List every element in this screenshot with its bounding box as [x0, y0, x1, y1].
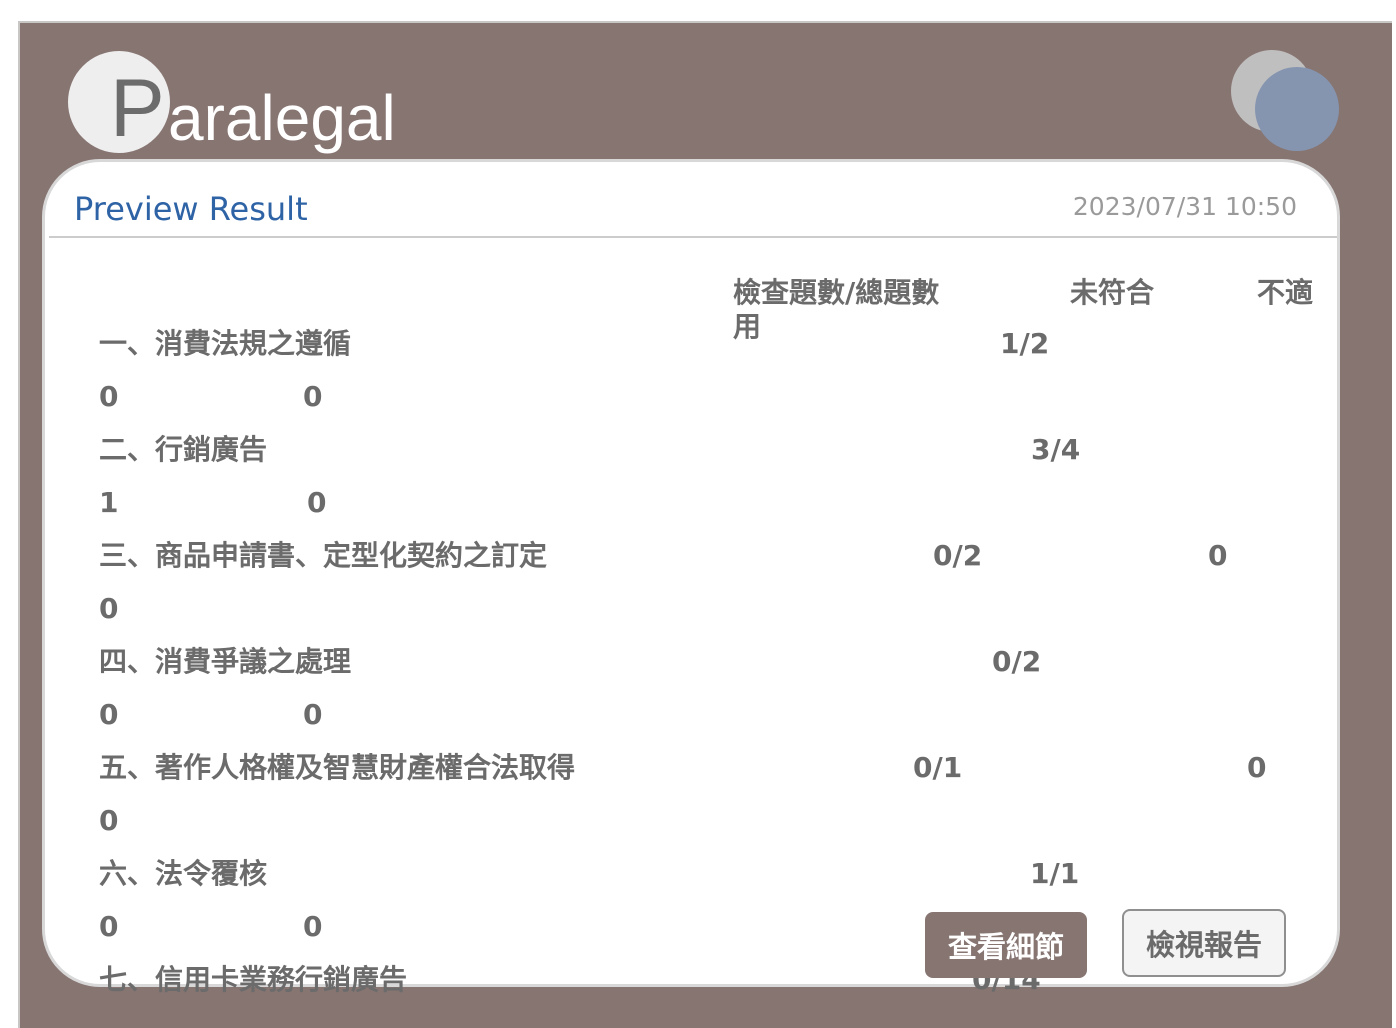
divider — [49, 236, 1337, 238]
row-ratio: 3/4 — [1031, 433, 1081, 466]
row-value: 0 — [307, 486, 327, 519]
view-details-button[interactable]: 查看細節 — [925, 912, 1087, 978]
row-label: 六、法令覆核 — [99, 857, 268, 890]
col-header-wrap: 用 — [733, 310, 762, 343]
row-value: 0 — [303, 698, 323, 731]
col-header-checked: 檢查題數/總題數 — [733, 276, 940, 309]
row-value: 0 — [99, 592, 119, 625]
row-value: 1 — [99, 486, 119, 519]
avatar[interactable] — [1255, 67, 1339, 151]
view-report-button[interactable]: 檢視報告 — [1122, 909, 1286, 977]
row-value: 0 — [303, 380, 323, 413]
row-value: 0 — [1247, 751, 1267, 784]
card-date: 2023/07/31 10:50 — [1072, 192, 1297, 221]
row-value: 0 — [99, 910, 119, 943]
row-ratio: 0/2 — [933, 539, 983, 572]
row-label: 二、行銷廣告 — [99, 433, 268, 466]
row-value: 0 — [99, 698, 119, 731]
row-label: 三、商品申請書、定型化契約之訂定 — [99, 539, 548, 572]
card-title: Preview Result — [74, 190, 308, 228]
row-ratio: 1/1 — [1030, 857, 1080, 890]
col-header-not-compliant: 未符合 — [1070, 276, 1155, 309]
col-header-not-applicable: 不適 — [1257, 276, 1314, 309]
row-value: 0 — [1208, 539, 1228, 572]
row-label: 五、著作人格權及智慧財產權合法取得 — [99, 751, 576, 784]
row-ratio: 1/2 — [1000, 327, 1050, 360]
logo-initial: P — [110, 63, 165, 154]
row-label: 七、信用卡業務行銷廣告 — [99, 963, 408, 996]
row-ratio: 0/1 — [913, 751, 963, 784]
row-label: 一、消費法規之遵循 — [99, 327, 352, 360]
row-value: 0 — [99, 380, 119, 413]
row-label: 四、消費爭議之處理 — [99, 645, 352, 678]
row-value: 0 — [99, 804, 119, 837]
logo-text: aralegal — [168, 82, 396, 154]
row-value: 0 — [303, 910, 323, 943]
row-ratio: 0/2 — [992, 645, 1042, 678]
